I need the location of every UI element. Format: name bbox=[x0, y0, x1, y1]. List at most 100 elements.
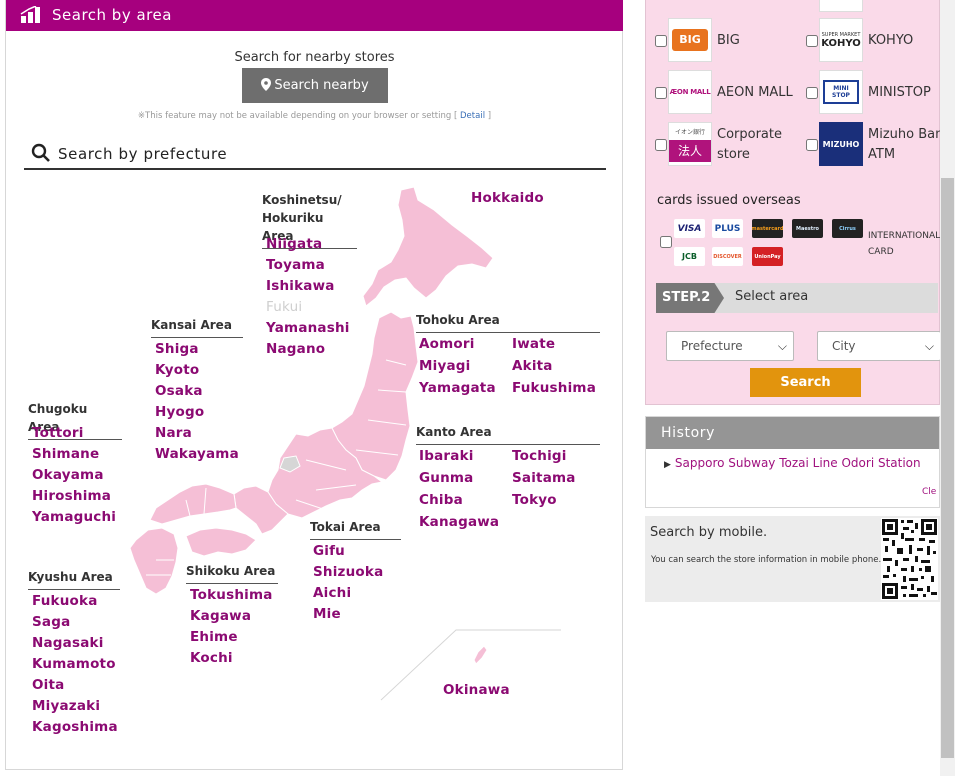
discover-logo: DISCOVER bbox=[712, 247, 743, 266]
pref-miyazaki[interactable]: Miyazaki bbox=[32, 698, 100, 714]
pref-nagasaki[interactable]: Nagasaki bbox=[32, 635, 104, 651]
store-name-kohyo: KOHYO bbox=[868, 33, 914, 48]
pref-yamagata[interactable]: Yamagata bbox=[419, 380, 496, 396]
map-chugoku[interactable] bbox=[149, 483, 237, 525]
pref-aomori[interactable]: Aomori bbox=[419, 336, 475, 352]
region-title-tohoku: Tohoku Area bbox=[416, 311, 600, 333]
checkbox-kohyo[interactable] bbox=[806, 35, 818, 47]
plus-logo: PLUS bbox=[712, 219, 743, 238]
unionpay-logo: UnionPay bbox=[752, 247, 783, 266]
area-search-panel: Search by area Search for nearby stores … bbox=[5, 0, 623, 770]
big-logo-text: BIG bbox=[672, 29, 708, 51]
checkbox-overseas-cards[interactable] bbox=[660, 236, 672, 248]
mobile-description: You can search the store information in … bbox=[651, 555, 882, 565]
pref-okayama[interactable]: Okayama bbox=[32, 467, 104, 483]
checkbox-ministop[interactable] bbox=[806, 87, 818, 99]
pref-gifu[interactable]: Gifu bbox=[313, 543, 345, 559]
kohyo-logo-text: KOHYO bbox=[821, 37, 861, 49]
store-name-ministop: MINISTOP bbox=[868, 85, 931, 100]
pref-kagawa[interactable]: Kagawa bbox=[190, 608, 251, 624]
intl-line1: INTERNATIONAL bbox=[868, 231, 941, 241]
pref-hyogo[interactable]: Hyogo bbox=[155, 404, 204, 420]
history-clear-link[interactable]: Cle bbox=[922, 487, 936, 497]
pref-saga[interactable]: Saga bbox=[32, 614, 70, 630]
big-logo: BIG bbox=[668, 18, 712, 62]
step2-bar: STEP.2 Select area bbox=[656, 283, 938, 313]
pref-akita[interactable]: Akita bbox=[512, 358, 553, 374]
pref-kyoto[interactable]: Kyoto bbox=[155, 362, 199, 378]
pref-osaka[interactable]: Osaka bbox=[155, 383, 203, 399]
city-select-value: City bbox=[832, 339, 856, 353]
city-select[interactable]: City ⌵ bbox=[817, 331, 941, 361]
pref-toyama[interactable]: Toyama bbox=[266, 257, 325, 273]
region-title-shikoku: Shikoku Area bbox=[186, 562, 278, 584]
corporate-line1: Corporate bbox=[717, 127, 782, 142]
pref-shimane[interactable]: Shimane bbox=[32, 446, 99, 462]
search-button[interactable]: Search bbox=[750, 368, 861, 397]
history-item[interactable]: ▶ Sapporo Subway Tozai Line Odori Station bbox=[664, 456, 921, 470]
checkbox-corporate-store[interactable] bbox=[655, 139, 667, 151]
pref-aichi[interactable]: Aichi bbox=[313, 585, 351, 601]
pref-niigata[interactable]: Niigata bbox=[266, 236, 322, 252]
history-title: History bbox=[646, 417, 939, 449]
checkbox-big[interactable] bbox=[655, 35, 667, 47]
pref-fukushima[interactable]: Fukushima bbox=[512, 380, 596, 396]
pref-gunma[interactable]: Gunma bbox=[419, 470, 473, 486]
pref-ehime[interactable]: Ehime bbox=[190, 629, 238, 645]
intl-line2: CARD bbox=[868, 247, 894, 257]
map-okinawa[interactable] bbox=[473, 645, 488, 665]
ministop-logo: MINI STOP bbox=[819, 70, 863, 114]
pref-ibaraki[interactable]: Ibaraki bbox=[419, 448, 474, 464]
map-kyushu[interactable] bbox=[129, 527, 179, 595]
step2-label: Select area bbox=[735, 289, 809, 304]
checkbox-mizuho-atm[interactable] bbox=[806, 139, 818, 151]
aeon-mall-logo: ÆON MALL bbox=[668, 70, 712, 114]
mizuho-logo: MIZUHO bbox=[819, 122, 863, 166]
scrollbar[interactable] bbox=[940, 0, 955, 776]
pref-wakayama[interactable]: Wakayama bbox=[155, 446, 239, 462]
pref-tochigi[interactable]: Tochigi bbox=[512, 448, 567, 464]
map-shikoku[interactable] bbox=[185, 527, 257, 557]
aeon-mall-logo-text: ÆON MALL bbox=[669, 88, 711, 96]
pref-tokushima[interactable]: Tokushima bbox=[190, 587, 273, 603]
pref-shiga[interactable]: Shiga bbox=[155, 341, 199, 357]
region-title-tokai: Tokai Area bbox=[310, 518, 401, 540]
history-box: History ▶ Sapporo Subway Tozai Line Odori… bbox=[645, 416, 940, 508]
scrollbar-thumb[interactable] bbox=[941, 178, 954, 758]
pref-hiroshima[interactable]: Hiroshima bbox=[32, 488, 111, 504]
pref-yamaguchi[interactable]: Yamaguchi bbox=[32, 509, 116, 525]
mizuho-logo-text: MIZUHO bbox=[822, 139, 860, 149]
pref-mie[interactable]: Mie bbox=[313, 606, 341, 622]
pref-kochi[interactable]: Kochi bbox=[190, 650, 233, 666]
checkbox-aeon-mall[interactable] bbox=[655, 87, 667, 99]
store-name-big: BIG bbox=[717, 33, 740, 48]
chevron-down-icon: ⌵ bbox=[777, 339, 787, 353]
pref-nagano[interactable]: Nagano bbox=[266, 341, 325, 357]
corporate-logo-bottom: 法人 bbox=[669, 140, 711, 162]
pref-chiba[interactable]: Chiba bbox=[419, 492, 463, 508]
pref-fukuoka[interactable]: Fukuoka bbox=[32, 593, 98, 609]
prefecture-select-value: Prefecture bbox=[681, 339, 743, 353]
pref-saitama[interactable]: Saitama bbox=[512, 470, 576, 486]
prefecture-select[interactable]: Prefecture ⌵ bbox=[666, 331, 794, 361]
pref-nara[interactable]: Nara bbox=[155, 425, 192, 441]
pref-kagoshima[interactable]: Kagoshima bbox=[32, 719, 118, 735]
pref-shizuoka[interactable]: Shizuoka bbox=[313, 564, 383, 580]
pref-okinawa[interactable]: Okinawa bbox=[443, 682, 510, 698]
corporate-logo-top: イオン銀行 bbox=[674, 129, 705, 136]
pref-tottori[interactable]: Tottori bbox=[32, 425, 84, 441]
pref-miyagi[interactable]: Miyagi bbox=[419, 358, 470, 374]
maestro-logo: Maestro bbox=[792, 219, 823, 238]
store-logo-partial bbox=[819, 0, 863, 12]
pref-oita[interactable]: Oita bbox=[32, 677, 64, 693]
pref-yamanashi[interactable]: Yamanashi bbox=[266, 320, 350, 336]
pref-kanagawa[interactable]: Kanagawa bbox=[419, 514, 499, 530]
pref-tokyo[interactable]: Tokyo bbox=[512, 492, 557, 508]
pref-iwate[interactable]: Iwate bbox=[512, 336, 555, 352]
pref-kumamoto[interactable]: Kumamoto bbox=[32, 656, 116, 672]
region-title-kanto: Kanto Area bbox=[416, 423, 600, 445]
pref-hokkaido[interactable]: Hokkaido bbox=[471, 190, 544, 206]
qr-code bbox=[881, 518, 938, 600]
pref-ishikawa[interactable]: Ishikawa bbox=[266, 278, 335, 294]
mobile-search-box: Search by mobile. You can search the sto… bbox=[645, 516, 940, 602]
